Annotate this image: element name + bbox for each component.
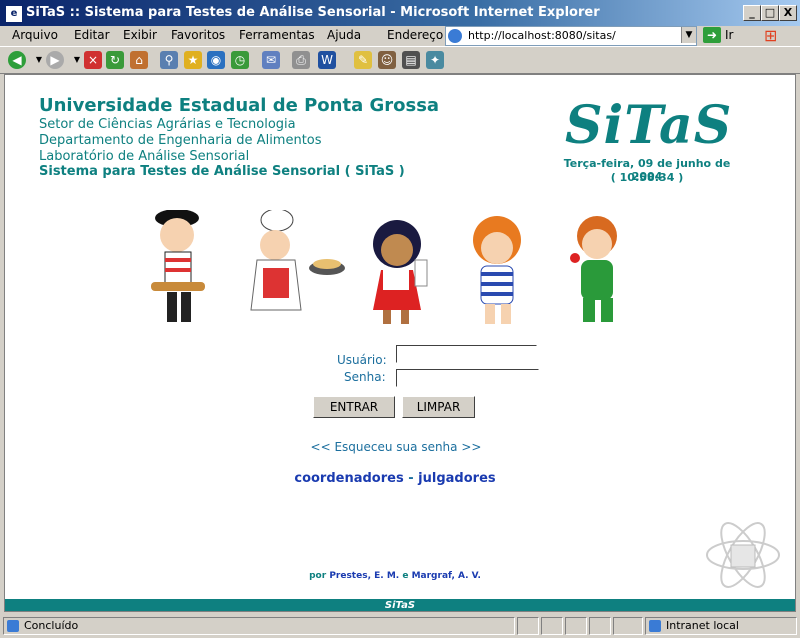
menu-ajuda[interactable]: Ajuda <box>327 28 361 42</box>
back-icon[interactable]: ◀ <box>8 51 26 69</box>
user-label: Usuário: <box>337 353 387 367</box>
chevron-down-icon[interactable]: ▼ <box>681 27 696 43</box>
go-button[interactable]: Ir <box>725 28 733 42</box>
menu-arquivo[interactable]: Arquivo <box>12 28 58 42</box>
research-icon[interactable]: ▤ <box>402 51 420 69</box>
address-url[interactable]: http://localhost:8080/sitas/ <box>468 29 616 42</box>
menu-editar[interactable]: Editar <box>74 28 110 42</box>
password-label: Senha: <box>344 370 386 384</box>
credits: por Prestes, E. M. e Margraf, A. V. <box>245 571 545 581</box>
characters-illustration <box>151 210 617 324</box>
current-time: ( 10:58:34 ) <box>610 171 684 184</box>
messenger-icon[interactable]: ☺ <box>378 51 396 69</box>
clear-button[interactable]: LIMPAR <box>402 396 475 418</box>
status-text: Concluído <box>24 619 79 632</box>
user-input[interactable] <box>396 345 537 363</box>
stop-icon[interactable]: × <box>84 51 102 69</box>
favorites-icon[interactable]: ★ <box>184 51 202 69</box>
status-pane: Concluído <box>3 617 515 635</box>
girl-character-icon <box>373 220 428 324</box>
window-title: SiTaS :: Sistema para Testes de Análise … <box>26 5 600 20</box>
roles-separator: - <box>408 471 414 486</box>
footer-bar: SiTaS <box>5 599 795 611</box>
judges-link[interactable]: julgadores <box>418 471 495 486</box>
status-pane-6 <box>613 617 643 635</box>
title-bar: e SiTaS :: Sistema para Testes de Anális… <box>0 0 800 26</box>
address-label: Endereço <box>387 28 444 42</box>
password-input[interactable] <box>396 369 539 387</box>
baker-character-icon <box>151 210 205 322</box>
sector-line: Setor de Ciências Agrárias e Tecnologia <box>39 117 296 132</box>
status-bar: Concluído Intranet local <box>0 614 800 638</box>
forward-icon[interactable]: ▶ <box>46 51 64 69</box>
maximize-button[interactable]: □ <box>761 5 779 21</box>
menu-favoritos[interactable]: Favoritos <box>171 28 225 42</box>
boy-orange-hair-character-icon <box>473 216 521 324</box>
discuss-icon[interactable]: ✎ <box>354 51 372 69</box>
author-2: Margraf, A. V. <box>411 571 481 581</box>
page-content: Universidade Estadual de Ponta Grossa Se… <box>4 74 796 612</box>
page-globe-icon <box>448 29 462 43</box>
uepg-atom-watermark-icon <box>706 522 780 588</box>
enter-button[interactable]: ENTRAR <box>313 396 395 418</box>
home-icon[interactable]: ⌂ <box>130 51 148 69</box>
intranet-zone-icon <box>649 620 661 632</box>
department-line: Departamento de Engenharia de Alimentos <box>39 133 322 148</box>
toolbar: ◀ ▼ ▶ ▼ × ↻ ⌂ ⚲ ★ ◉ ◷ ✉ ⎙ W ✎ ☺ ▤ ✦ <box>0 47 800 74</box>
menu-exibir[interactable]: Exibir <box>123 28 157 42</box>
ie-page-icon: e <box>5 5 23 23</box>
address-bar[interactable]: http://localhost:8080/sitas/ ▼ <box>445 26 697 46</box>
print-icon[interactable]: ⎙ <box>292 51 310 69</box>
credits-prefix: por <box>309 571 327 581</box>
university-title: Universidade Estadual de Ponta Grossa <box>39 95 440 116</box>
refresh-icon[interactable]: ↻ <box>106 51 124 69</box>
sitas-logo: SiTaS <box>565 95 733 156</box>
minimize-button[interactable]: _ <box>743 5 761 21</box>
status-pane-3 <box>541 617 563 635</box>
kid-green-character-icon <box>570 216 617 322</box>
lab-line: Laboratório de Análise Sensorial <box>39 149 250 164</box>
edit-icon[interactable]: W <box>318 51 336 69</box>
other-icon[interactable]: ✦ <box>426 51 444 69</box>
zone-text: Intranet local <box>666 619 739 632</box>
credits-joiner: e <box>402 571 409 581</box>
zone-pane: Intranet local <box>645 617 797 635</box>
status-pane-4 <box>565 617 587 635</box>
page-done-icon <box>7 620 19 632</box>
history-icon[interactable]: ◷ <box>231 51 249 69</box>
forgot-password-link[interactable]: << Esqueceu sua senha >> <box>301 440 491 454</box>
author-1: Prestes, E. M. <box>329 571 400 581</box>
menu-ferramentas[interactable]: Ferramentas <box>239 28 315 42</box>
status-pane-5 <box>589 617 611 635</box>
windows-logo-icon: ⊞ <box>764 26 778 45</box>
status-pane-2 <box>517 617 539 635</box>
system-name: Sistema para Testes de Análise Sensorial… <box>39 164 405 179</box>
go-arrow-icon[interactable]: ➜ <box>703 27 721 43</box>
close-button[interactable]: X <box>779 5 797 21</box>
media-icon[interactable]: ◉ <box>207 51 225 69</box>
mail-icon[interactable]: ✉ <box>262 51 280 69</box>
search-icon[interactable]: ⚲ <box>160 51 178 69</box>
coordinators-link[interactable]: coordenadores <box>294 471 403 486</box>
roles-links: coordenadores - julgadores <box>285 471 505 486</box>
chef-character-icon <box>250 210 345 311</box>
